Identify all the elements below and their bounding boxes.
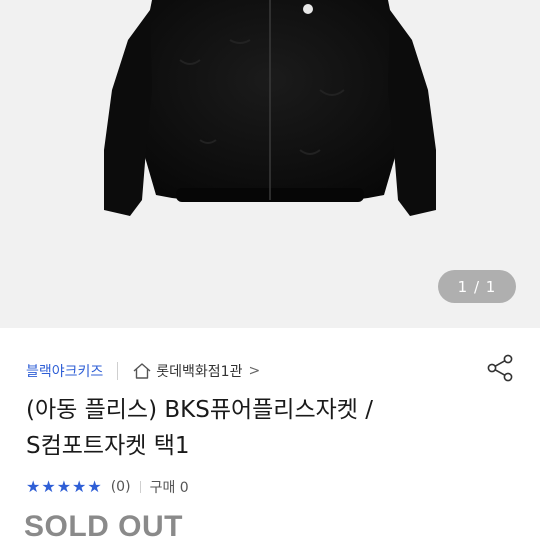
- star-icon: ★: [26, 477, 41, 496]
- brand-row: 블랙야크키즈 롯데백화점1관 >: [26, 358, 260, 384]
- star-icon: ★: [41, 477, 56, 496]
- product-title-line2: S컴포트자켓 택1: [26, 433, 190, 459]
- review-count: (0): [110, 479, 131, 495]
- share-icon[interactable]: [484, 352, 516, 384]
- purchase-count: 구매 0: [149, 480, 189, 496]
- star-icon: ★: [56, 477, 72, 496]
- product-title: (아동 플리스) BKS퓨어플리스자켓 / S컴포트자켓 택1: [26, 392, 496, 464]
- home-icon: [133, 363, 151, 379]
- product-image-gallery[interactable]: 1 / 1: [0, 0, 540, 328]
- image-pager: 1 / 1: [438, 270, 516, 303]
- rating-row[interactable]: ★ ★ ★ ★ ★ (0) 구매 0: [26, 476, 189, 498]
- product-info: 블랙야크키즈 롯데백화점1관 > (아동 플리스) BKS퓨어플리스자켓 / S…: [0, 328, 540, 540]
- divider: [117, 362, 119, 380]
- chevron-right-icon: >: [248, 363, 261, 379]
- soldout-status: SOLD OUT: [24, 510, 183, 540]
- product-title-line1: (아동 플리스) BKS퓨어플리스자켓 /: [26, 397, 374, 423]
- store-link[interactable]: 롯데백화점1관 >: [132, 361, 260, 381]
- divider: [139, 481, 141, 493]
- store-name: 롯데백화점1관: [156, 364, 243, 380]
- star-icon: ★: [87, 477, 102, 496]
- brand-link[interactable]: 블랙야크키즈: [26, 361, 103, 381]
- star-icon: ★: [72, 477, 87, 496]
- star-rating: ★ ★ ★ ★ ★: [26, 479, 103, 495]
